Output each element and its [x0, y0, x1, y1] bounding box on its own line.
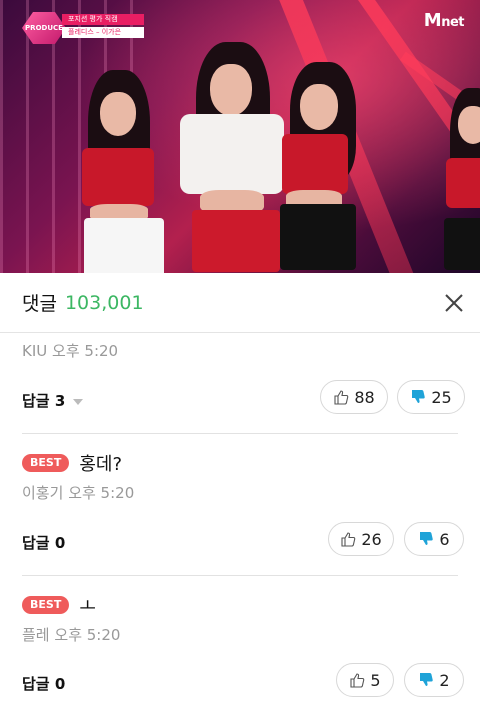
like-button[interactable]: 26 [328, 522, 394, 556]
comment-author: 이홍기 [22, 484, 64, 502]
comment-time: 오후 5:20 [68, 484, 135, 502]
comment-meta: 이홍기 오후 5:20 [0, 476, 480, 503]
best-badge: BEST [22, 596, 70, 614]
comment-actions: 답글 0 5 2 [0, 663, 480, 702]
comments-header: 댓글 103,001 [0, 273, 480, 333]
comment-item: KIU 오후 5:20 답글 3 88 25 [0, 333, 480, 433]
comment-author: 플레 [22, 626, 50, 644]
thumbs-down-icon [420, 532, 434, 545]
comment-body: BEST 홍데? [0, 434, 480, 476]
thumbs-down-icon [420, 673, 434, 686]
comment-item: BEST 홍데? 이홍기 오후 5:20 답글 0 26 6 [0, 434, 480, 575]
comment-meta: 플레 오후 5:20 [0, 618, 480, 645]
comment-time: 오후 5:20 [54, 626, 121, 644]
close-icon [445, 294, 463, 312]
dislike-button[interactable]: 25 [397, 380, 465, 414]
comment-actions: 답글 0 26 6 [0, 522, 480, 562]
mnet-logo-net: net [441, 15, 464, 30]
comment-text: ㅗ [79, 596, 96, 617]
reply-label: 답글 0 [22, 675, 66, 693]
video-player[interactable]: PRODUCE 48 포지션 평가 직캠 플레디스 – 이가은 Mnet [0, 0, 480, 273]
like-count: 88 [354, 387, 375, 407]
like-count: 5 [370, 670, 381, 690]
comment-body: BEST ㅗ [0, 576, 480, 618]
like-button[interactable]: 5 [336, 663, 394, 697]
comment-time: 오후 5:20 [52, 342, 119, 360]
reply-button[interactable]: 답글 0 [22, 673, 65, 694]
mnet-logo: Mnet [423, 10, 465, 31]
program-logo-line2: 플레디스 – 이가은 [62, 27, 144, 38]
thumbs-up-icon [341, 532, 356, 547]
dislike-button[interactable]: 6 [404, 522, 464, 556]
like-count: 26 [361, 529, 382, 549]
performer-far-right [440, 88, 480, 273]
chevron-down-icon [73, 398, 84, 405]
thumbs-up-icon [334, 390, 349, 405]
reply-button[interactable]: 답글 0 [22, 532, 65, 553]
program-logo: PRODUCE 48 포지션 평가 직캠 플레디스 – 이가은 [22, 12, 144, 44]
comments-title: 댓글 [22, 293, 57, 315]
comment-author: KIU [22, 342, 48, 360]
comment-meta: KIU 오후 5:20 [0, 333, 480, 361]
program-logo-line1: 포지션 평가 직캠 [62, 14, 144, 25]
like-button[interactable]: 88 [320, 380, 388, 414]
comment-item: BEST ㅗ 플레 오후 5:20 답글 0 5 2 [0, 576, 480, 702]
mnet-logo-m: M [423, 10, 442, 31]
comment-text: 홍데? [79, 454, 123, 475]
performer-left [70, 70, 180, 273]
reply-label: 답글 3 [22, 392, 66, 410]
close-button[interactable] [440, 289, 468, 317]
thumbs-up-icon [350, 673, 365, 688]
comment-list: KIU 오후 5:20 답글 3 88 25 BEST 홍데? 이홍기 오후 5… [0, 333, 480, 697]
dislike-count: 25 [431, 387, 452, 407]
dislike-count: 6 [439, 529, 450, 549]
reply-label: 답글 0 [22, 534, 66, 552]
comment-actions: 답글 3 88 25 [0, 380, 480, 420]
dislike-count: 2 [439, 670, 450, 690]
dislike-button[interactable]: 2 [404, 663, 464, 697]
comments-count: 103,001 [64, 291, 144, 314]
best-badge: BEST [22, 454, 70, 472]
performer-right [270, 62, 380, 273]
thumbs-down-icon [412, 390, 426, 403]
reply-button[interactable]: 답글 3 [22, 390, 84, 411]
